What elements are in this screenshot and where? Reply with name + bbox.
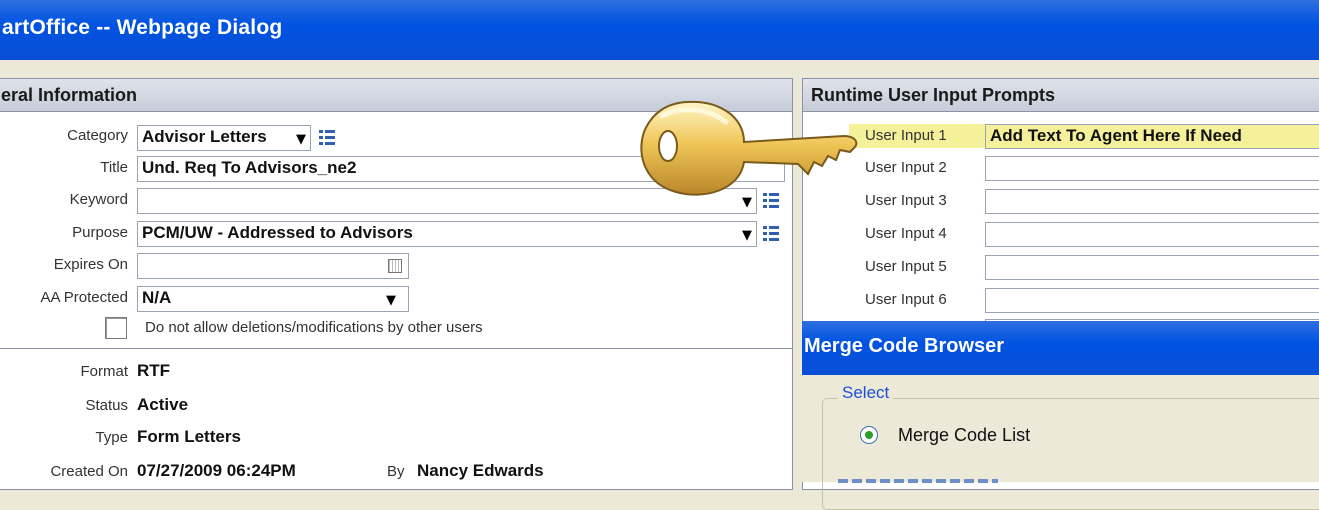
created-by-value: Nancy Edwards [417, 461, 544, 480]
user-input-4-field[interactable] [985, 222, 1319, 247]
merge-code-browser-title: Merge Code Browser [804, 335, 1005, 357]
window-title: artOffice -- Webpage Dialog [2, 16, 283, 39]
merge-code-browser-window[interactable]: Merge Code Browser Select Merge Code Lis… [802, 321, 1319, 510]
user-input-3-field[interactable] [985, 189, 1319, 214]
user-input-2-label: User Input 2 [865, 159, 947, 176]
calendar-icon[interactable] [388, 259, 402, 273]
merge-code-list-radio[interactable] [860, 426, 878, 444]
user-input-4-label: User Input 4 [865, 225, 947, 242]
chevron-down-icon: ▼ [742, 228, 752, 243]
type-label: Type [95, 429, 128, 446]
select-group-label: Select [838, 383, 894, 403]
expires-on-label: Expires On [53, 256, 128, 273]
purpose-value: PCM/UW - Addressed to Advisors [142, 223, 413, 242]
runtime-prompts-header: Runtime User Input Prompts [803, 79, 1319, 112]
keyword-label: Keyword [69, 191, 128, 208]
user-input-5-label: User Input 5 [865, 258, 947, 275]
user-input-6-field[interactable] [985, 288, 1319, 313]
user-input-1-field[interactable]: Add Text To Agent Here If Need [985, 124, 1319, 149]
protected-value: N/A [142, 288, 172, 307]
user-input-6-label: User Input 6 [865, 291, 947, 308]
format-value: RTF [137, 361, 171, 380]
general-information-title: eral Information [1, 85, 138, 105]
protected-select[interactable]: N/A ▼ [137, 286, 409, 312]
user-input-5-field[interactable] [985, 255, 1319, 280]
title-value: Und. Req To Advisors_ne2 [142, 158, 357, 177]
protected-label: AA Protected [40, 289, 128, 306]
merge-code-browser-titlebar[interactable]: Merge Code Browser [802, 321, 1319, 375]
list-icon[interactable] [763, 226, 779, 242]
user-input-1-value: Add Text To Agent Here If Need [990, 126, 1242, 145]
user-input-3-label: User Input 3 [865, 192, 947, 209]
select-groupbox [822, 398, 1319, 510]
chevron-down-icon: ▼ [296, 132, 306, 147]
category-select[interactable]: Advisor Letters ▼ [137, 125, 311, 151]
purpose-select[interactable]: PCM/UW - Addressed to Advisors ▼ [137, 221, 757, 247]
title-label: Title [100, 159, 128, 176]
category-value: Advisor Letters [142, 127, 267, 146]
no-delete-label: Do not allow deletions/modifications by … [145, 319, 483, 336]
radio-selected-dot [865, 431, 873, 439]
merge-code-list-label: Merge Code List [898, 425, 1031, 445]
created-on-value: 07/27/2009 06:24PM [137, 461, 296, 480]
no-delete-checkbox[interactable] [105, 317, 127, 339]
type-value: Form Letters [137, 427, 241, 446]
chevron-down-icon: ▼ [386, 293, 396, 308]
status-label: Status [85, 397, 128, 414]
list-icon[interactable] [319, 130, 335, 146]
format-label: Format [80, 363, 128, 380]
key-icon [640, 100, 858, 196]
created-on-label: Created On [50, 463, 128, 480]
user-input-1-label: User Input 1 [865, 127, 947, 144]
category-label: Category [67, 127, 128, 144]
expires-on-input[interactable] [137, 253, 409, 279]
section-divider [0, 348, 792, 349]
window-titlebar[interactable]: artOffice -- Webpage Dialog [0, 0, 1319, 60]
status-value: Active [137, 395, 189, 414]
created-by-label: By [387, 463, 405, 480]
user-input-2-field[interactable] [985, 156, 1319, 181]
purpose-label: Purpose [72, 224, 128, 241]
